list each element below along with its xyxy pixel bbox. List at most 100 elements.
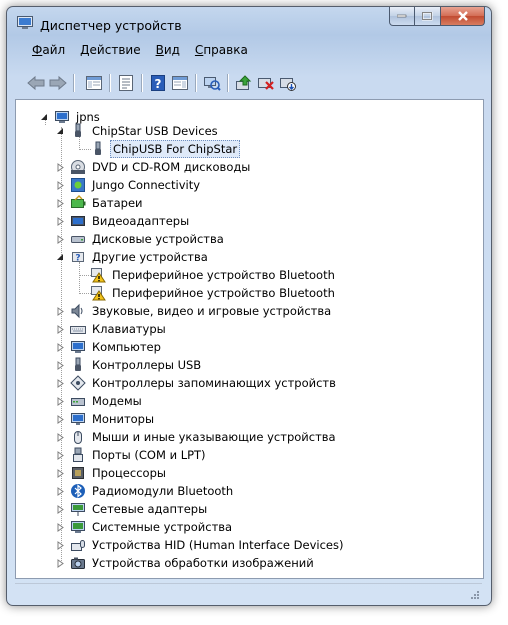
properties-button[interactable] [115,72,137,94]
category-label: Звуковые, видео и игровые устройства [92,304,332,318]
category-label: Батареи [92,196,143,210]
disable-device-button[interactable] [277,72,299,94]
warning-device-icon [90,267,106,283]
close-button[interactable] [441,7,485,26]
tree-category[interactable]: Дисковые устройства [56,230,226,248]
uninstall-device-icon [258,78,274,90]
menu-help[interactable]: Справка [195,43,248,63]
tree-category[interactable]: Мыши и иные указывающие устройства [56,428,338,446]
category-label: Процессоры [92,466,166,480]
tree-category[interactable]: Устройства HID (Human Interface Devices) [56,536,345,554]
tree-category-chipstar[interactable]: ChipStar USB Devices [56,122,220,140]
category-label: Другие устройства [92,250,208,264]
expand-arrow-icon[interactable] [56,325,65,334]
device-tree[interactable]: jpns ChipStar USB Devices ChipUSB For Ch… [15,99,484,579]
tree-device-bluetooth-peripheral-2[interactable]: Периферийное устройство Bluetooth [90,284,337,302]
expand-arrow-icon[interactable] [56,361,65,370]
bluetooth-icon [70,483,86,499]
expand-arrow-icon[interactable] [56,541,65,550]
expand-arrow-icon[interactable] [56,307,65,316]
tree-category[interactable]: Системные устройства [56,518,234,536]
monitor-icon [70,411,86,427]
system-device-icon [70,519,86,535]
scan-hardware-icon [204,77,221,91]
collapse-arrow-icon[interactable] [40,113,49,122]
tree-category[interactable]: Контроллеры запоминающих устройств [56,374,338,392]
tree-category[interactable]: Батареи [56,194,145,212]
category-label: Контроллеры запоминающих устройств [92,376,336,390]
tree-category[interactable]: Устройства обработки изображений [56,554,316,572]
forward-button[interactable] [47,72,69,94]
expand-arrow-icon[interactable] [56,433,65,442]
tree-category[interactable]: Мониторы [56,410,156,428]
minimize-button[interactable] [389,7,415,26]
keyboard-icon [70,321,86,337]
tree-category[interactable]: Контроллеры USB [56,356,203,374]
usb-icon [70,357,86,373]
device-manager-app-icon [17,16,33,29]
action-pane-button[interactable] [169,72,191,94]
forward-arrow-icon [49,75,67,91]
network-adapter-icon [70,501,86,517]
menu-file[interactable]: Файл [32,43,65,63]
port-icon [70,447,86,463]
expand-arrow-icon[interactable] [56,181,65,190]
tree-category-other-devices[interactable]: ? Другие устройства [56,248,210,266]
show-hide-tree-button[interactable] [83,72,105,94]
scan-hardware-button[interactable] [201,72,223,94]
expand-arrow-icon[interactable] [56,505,65,514]
expand-arrow-icon[interactable] [56,163,65,172]
expand-arrow-icon[interactable] [56,217,65,226]
category-label: Модемы [92,394,142,408]
expand-arrow-icon[interactable] [56,487,65,496]
properties-icon [119,75,133,91]
menu-action[interactable]: Действие [80,43,140,63]
expand-arrow-icon[interactable] [56,451,65,460]
battery-icon [70,195,86,211]
tree-category[interactable]: Jungo Connectivity [56,176,202,194]
category-label: Устройства HID (Human Interface Devices) [92,538,344,552]
menu-view[interactable]: Вид [156,43,180,63]
help-button[interactable]: ? [147,72,169,94]
imaging-device-icon [70,555,86,571]
update-driver-button[interactable] [233,72,255,94]
category-label: Порты (COM и LPT) [92,448,206,462]
tree-category[interactable]: Звуковые, видео и игровые устройства [56,302,333,320]
help-icon: ? [151,75,165,91]
collapse-arrow-icon[interactable] [56,253,65,262]
expand-arrow-icon[interactable] [56,469,65,478]
tree-category[interactable]: DVD и CD-ROM дисководы [56,158,252,176]
category-label: Компьютер [92,340,161,354]
expand-arrow-icon[interactable] [56,199,65,208]
expand-arrow-icon[interactable] [56,415,65,424]
expand-arrow-icon[interactable] [56,559,65,568]
tree-category[interactable]: Порты (COM и LPT) [56,446,208,464]
expand-arrow-icon[interactable] [56,235,65,244]
expand-arrow-icon[interactable] [56,523,65,532]
maximize-button[interactable] [415,7,441,26]
category-label: Видеоадаптеры [92,214,190,228]
expand-arrow-icon[interactable] [56,379,65,388]
collapse-arrow-icon[interactable] [56,127,65,136]
tree-category[interactable]: Радиомодули Bluetooth [56,482,235,500]
device-manager-window: Диспетчер устройств Файл Действие Вид Сп… [6,6,492,606]
category-label: Радиомодули Bluetooth [92,484,234,498]
expand-arrow-icon[interactable] [56,343,65,352]
category-label: Jungo Connectivity [92,178,201,192]
resize-grip-icon[interactable] [470,590,480,600]
expand-arrow-icon[interactable] [56,397,65,406]
tree-category[interactable]: Сетевые адаптеры [56,500,209,518]
dvd-drive-icon [70,159,86,175]
tree-category[interactable]: Модемы [56,392,144,410]
category-label: Устройства обработки изображений [92,556,314,570]
tree-category[interactable]: Процессоры [56,464,168,482]
tree-category[interactable]: Клавиатуры [56,320,168,338]
title-bar[interactable]: Диспетчер устройств [7,7,491,37]
svg-text:?: ? [75,254,80,264]
tree-device-bluetooth-peripheral-1[interactable]: Периферийное устройство Bluetooth [90,266,337,284]
tree-device-chipusb[interactable]: ChipUSB For ChipStar [90,140,241,158]
uninstall-device-button[interactable] [255,72,277,94]
tree-category[interactable]: Компьютер [56,338,163,356]
tree-category[interactable]: Видеоадаптеры [56,212,191,230]
back-button[interactable] [25,72,47,94]
